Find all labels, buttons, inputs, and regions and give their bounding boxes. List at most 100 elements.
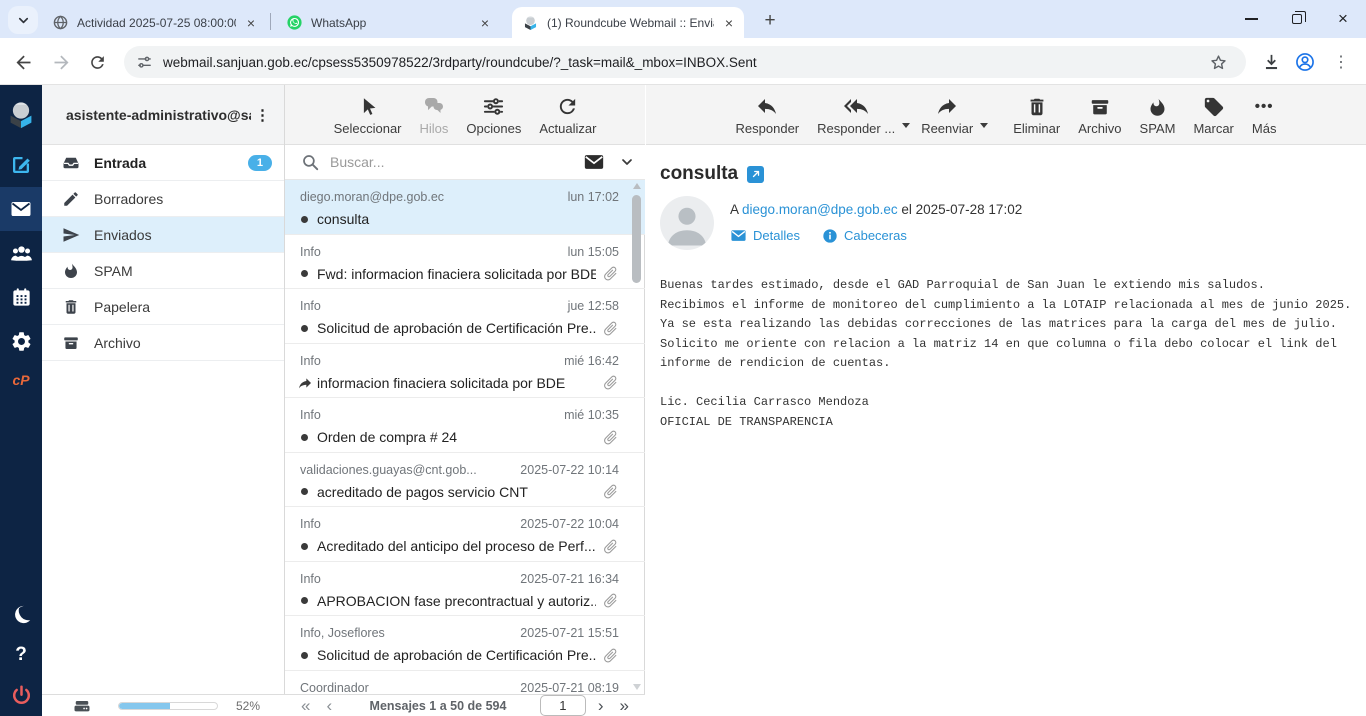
close-tab-icon[interactable]: × (722, 15, 736, 31)
new-tab-button[interactable]: + (757, 8, 783, 34)
reply-all-dropdown-icon[interactable] (902, 123, 910, 128)
site-settings-icon[interactable] (136, 54, 153, 71)
attachment-icon (598, 534, 622, 558)
mail-content: consulta A diego.moran@dpe.gob.ec el 202… (646, 145, 1366, 716)
compose-icon[interactable] (0, 143, 42, 187)
window-restore-button[interactable] (1274, 0, 1320, 38)
mail-view-panel: Responder Responder ... Reenviar Elimina… (646, 85, 1366, 716)
browser-menu-icon[interactable]: ⋮ (1328, 49, 1354, 75)
search-icon (301, 153, 320, 172)
message-row[interactable]: validaciones.guayas@cnt.gob...2025-07-22… (285, 453, 645, 508)
bookmark-star-icon[interactable] (1209, 53, 1228, 72)
headers-link[interactable]: Cabeceras (822, 228, 907, 244)
message-row[interactable]: Coordinador2025-07-21 08:19 (285, 671, 645, 695)
mail-body-text: Buenas tardes estimado, desde el GAD Par… (660, 276, 1360, 432)
search-row (285, 145, 645, 180)
forwarded-icon (297, 375, 313, 391)
mail-toolbar: Responder Responder ... Reenviar Elimina… (646, 85, 1366, 145)
reload-icon[interactable] (84, 49, 110, 75)
message-row[interactable]: Infomié 10:35 Orden de compra # 24 (285, 398, 645, 453)
globe-icon (52, 14, 69, 31)
search-input[interactable] (330, 154, 583, 170)
message-row[interactable]: Infomié 16:42 informacion finaciera soli… (285, 344, 645, 399)
forward-button[interactable]: Reenviar (912, 94, 982, 136)
app-rail: cP ? (0, 85, 42, 716)
select-button[interactable]: Seleccionar (325, 94, 411, 136)
browser-tab-whatsapp[interactable]: WhatsApp × (276, 7, 500, 38)
recipient-email-link[interactable]: diego.moran@dpe.gob.ec (742, 202, 898, 217)
message-row[interactable]: Infolun 15:05 Fwd: informacion finaciera… (285, 235, 645, 290)
address-bar[interactable]: webmail.sanjuan.gob.ec/cpsess5350978522/… (124, 46, 1246, 78)
browser-tab-actividad[interactable]: Actividad 2025-07-25 08:00:00 × (42, 7, 266, 38)
message-row[interactable]: Info2025-07-22 10:04 Acreditado del anti… (285, 507, 645, 562)
tab-title: Actividad 2025-07-25 08:00:00 (77, 16, 236, 30)
search-scope-envelope-icon[interactable] (583, 151, 605, 173)
downloads-icon[interactable] (1258, 49, 1284, 75)
settings-gear-icon[interactable] (0, 319, 42, 363)
reply-all-button[interactable]: Responder ... (808, 94, 904, 136)
mark-button[interactable]: Marcar (1184, 94, 1242, 136)
threads-button[interactable]: Hilos (411, 94, 458, 136)
open-in-new-window-icon[interactable] (747, 166, 764, 183)
back-icon[interactable] (10, 49, 36, 75)
message-row[interactable]: Info2025-07-21 16:34 APROBACION fase pre… (285, 562, 645, 617)
prev-page-icon[interactable]: ‹ (318, 697, 340, 715)
folder-archivo[interactable]: Archivo (42, 325, 284, 361)
message-row[interactable]: Infojue 12:58 Solicitud de aprobación de… (285, 289, 645, 344)
reply-button[interactable]: Responder (727, 94, 809, 136)
last-page-icon[interactable]: » (612, 697, 637, 715)
pagination-label: Mensajes 1 a 50 de 594 (340, 699, 536, 713)
unread-dot-icon (301, 597, 308, 604)
account-menu-icon[interactable]: ⋮ (251, 106, 274, 124)
logout-power-icon[interactable] (0, 674, 42, 716)
cpanel-icon[interactable]: cP (0, 363, 42, 397)
browser-tab-roundcube[interactable]: (1) Roundcube Webmail :: Envia × (512, 7, 744, 38)
page-number-input[interactable] (540, 695, 586, 716)
message-row[interactable]: diego.moran@dpe.gob.eclun 17:02 consulta (285, 180, 645, 235)
next-page-icon[interactable]: › (590, 697, 612, 715)
browser-tab-bar: Actividad 2025-07-25 08:00:00 × WhatsApp… (0, 0, 1366, 38)
more-button[interactable]: ••• Más (1243, 94, 1286, 136)
attachment-icon (598, 425, 622, 449)
profile-avatar-icon[interactable] (1292, 49, 1318, 75)
options-button[interactable]: Opciones (457, 94, 530, 136)
quota-percent: 52% (236, 699, 260, 713)
close-tab-icon[interactable]: × (478, 15, 492, 31)
folder-spam[interactable]: SPAM (42, 253, 284, 289)
dark-mode-moon-icon[interactable] (0, 592, 42, 636)
folder-borradores[interactable]: Borradores (42, 181, 284, 217)
mail-icon[interactable] (0, 187, 42, 231)
refresh-button[interactable]: Actualizar (530, 94, 605, 136)
roundcube-logo[interactable] (5, 85, 37, 143)
search-options-chevron-icon[interactable] (619, 154, 635, 170)
window-close-button[interactable]: × (1320, 0, 1366, 38)
delete-button[interactable]: Eliminar (1004, 94, 1069, 136)
scroll-up-arrow-icon[interactable] (633, 183, 641, 189)
first-page-icon[interactable]: « (293, 697, 318, 715)
scroll-down-arrow-icon[interactable] (633, 684, 641, 690)
message-row[interactable]: Info, Joseflores2025-07-21 15:51 Solicit… (285, 616, 645, 671)
folder-enviados[interactable]: Enviados (42, 217, 284, 253)
folder-sidebar: asistente-administrativo@sa... ⋮ Entrada… (42, 85, 285, 716)
archive-button[interactable]: Archivo (1069, 94, 1130, 136)
contacts-icon[interactable] (0, 231, 42, 275)
details-link[interactable]: Detalles (730, 227, 800, 244)
attachment-icon (598, 643, 622, 667)
unread-dot-icon (301, 434, 308, 441)
folder-entrada[interactable]: Entrada 1 (42, 145, 284, 181)
tab-search-button[interactable] (8, 6, 38, 34)
unread-dot-icon (301, 488, 308, 495)
close-tab-icon[interactable]: × (244, 15, 258, 31)
calendar-icon[interactable] (0, 275, 42, 319)
info-icon (822, 228, 838, 244)
inbox-icon (62, 154, 80, 172)
window-minimize-button[interactable] (1228, 0, 1274, 38)
forward-icon[interactable] (48, 49, 74, 75)
list-scrollbar[interactable] (631, 183, 642, 690)
folder-papelera[interactable]: Papelera (42, 289, 284, 325)
scrollbar-thumb[interactable] (632, 195, 641, 283)
spam-button[interactable]: SPAM (1131, 94, 1185, 136)
help-icon[interactable]: ? (0, 636, 42, 674)
forward-dropdown-icon[interactable] (980, 123, 988, 128)
quota-row: 52% (42, 694, 285, 716)
